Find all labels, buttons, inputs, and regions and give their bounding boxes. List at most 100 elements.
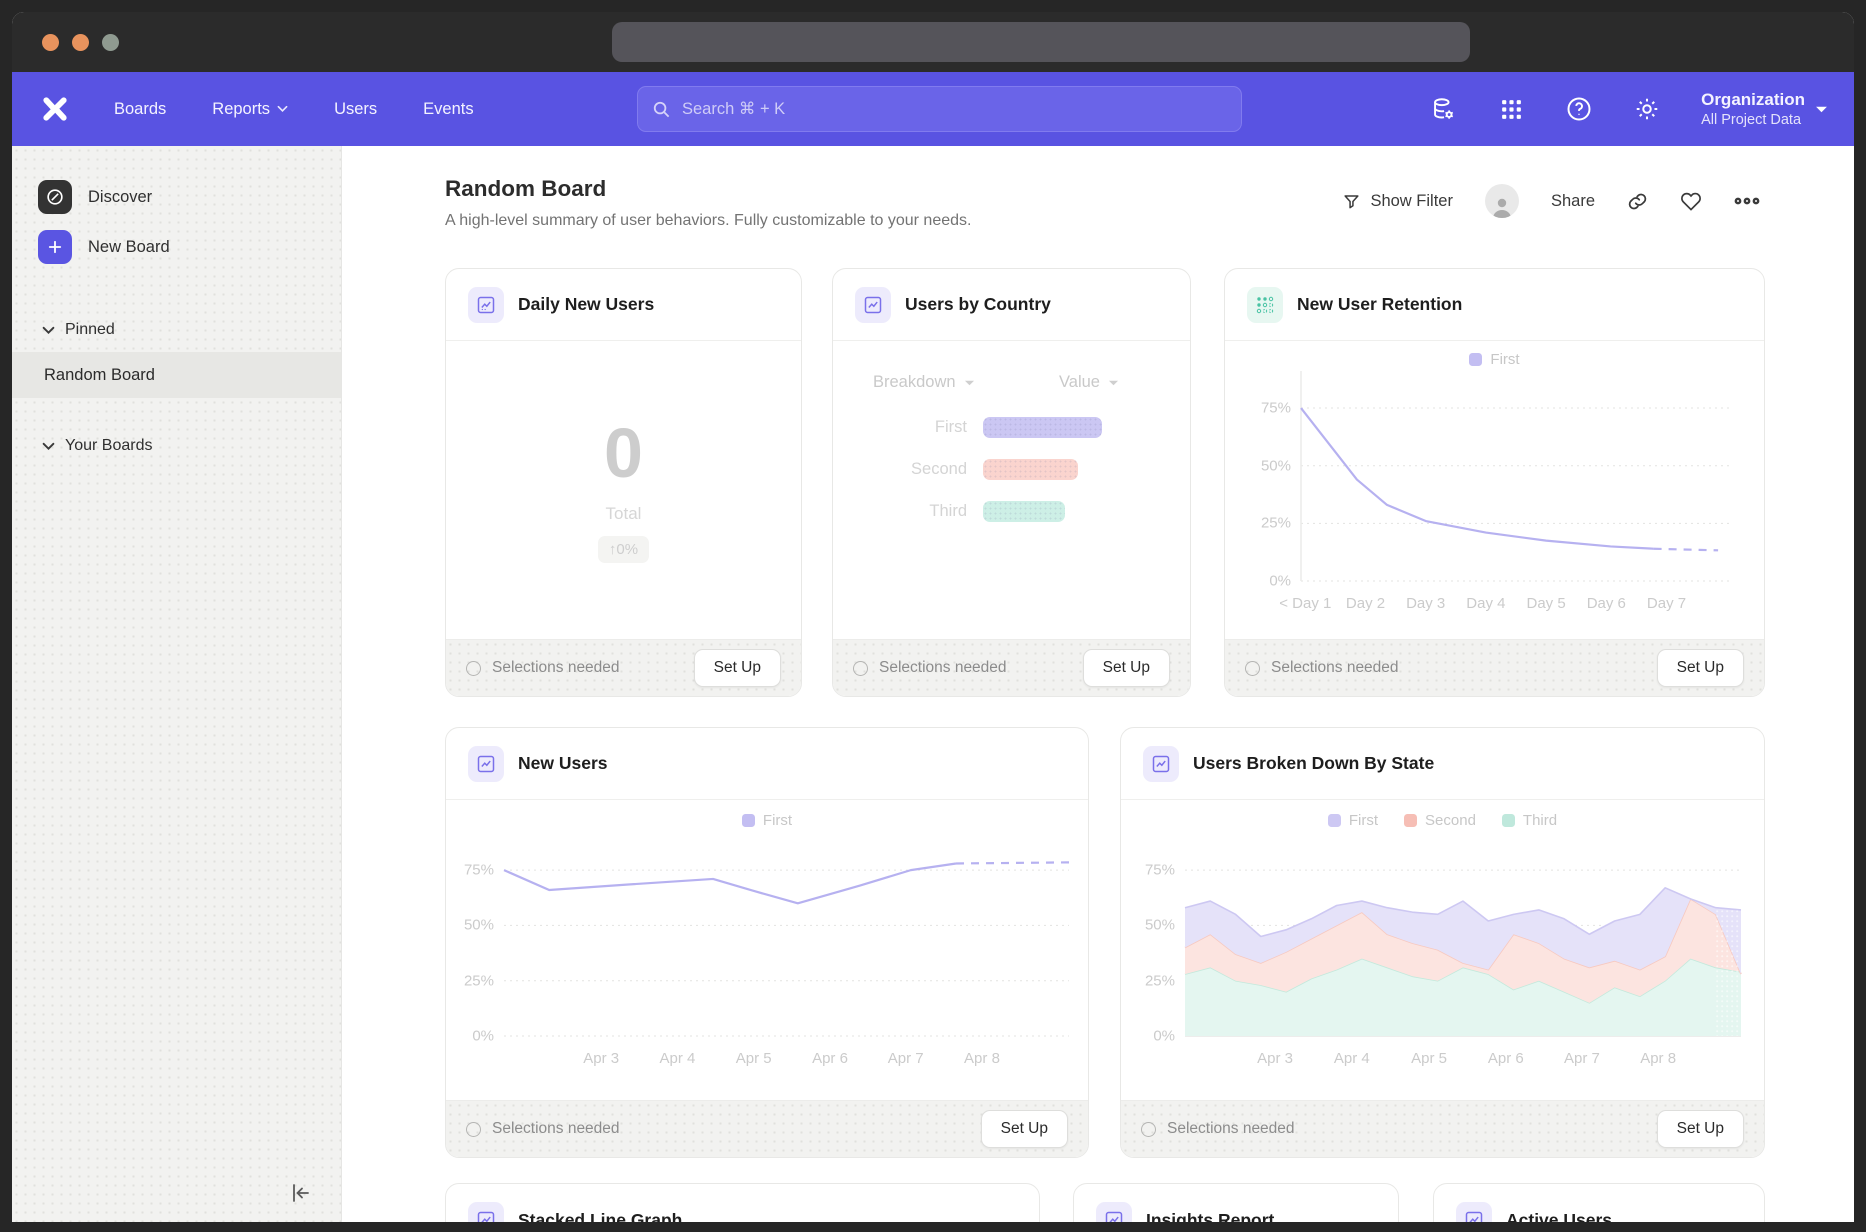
- search-input[interactable]: Search ⌘ + K: [637, 86, 1242, 132]
- sidebar-collapse-icon[interactable]: [283, 1178, 317, 1208]
- chart-plot: [1225, 341, 1764, 585]
- nav-item-users[interactable]: Users: [334, 100, 377, 119]
- sidebar-section-label: Pinned: [65, 321, 115, 339]
- retention-chart: First75%50%25%0%< Day 1Day 2Day 3Day 4Da…: [1225, 341, 1764, 639]
- country-row-bar: [983, 417, 1102, 438]
- copy-link-icon[interactable]: [1627, 191, 1648, 212]
- card-title: Daily New Users: [518, 294, 654, 315]
- x-tick-label: Day 7: [1647, 595, 1686, 612]
- sidebar-section-pinned[interactable]: Pinned: [12, 308, 341, 352]
- line-chart-icon: [1456, 1202, 1492, 1222]
- setup-button[interactable]: Set Up: [1083, 649, 1170, 687]
- page-title: Random Board: [445, 176, 606, 202]
- status-circle-icon: [1141, 1122, 1156, 1137]
- sidebar-item-discover[interactable]: Discover: [12, 172, 341, 222]
- card-title: Insights Report: [1146, 1210, 1274, 1223]
- country-row-third: Third: [833, 501, 1190, 522]
- share-button[interactable]: Share: [1551, 192, 1595, 211]
- card-daily-new-users: Daily New Users 0 Total ↑0% Selections n…: [445, 268, 802, 697]
- mixpanel-logo-icon[interactable]: [40, 92, 74, 126]
- nav-item-boards[interactable]: Boards: [114, 100, 166, 119]
- card-users-by-country: Users by Country Breakdown Value FirstSe…: [832, 268, 1191, 697]
- country-row-label: Third: [833, 502, 983, 521]
- chevron-down-icon: [964, 379, 975, 387]
- card-new-users: New Users First75%50%25%0%Apr 3Apr 4Apr …: [445, 727, 1089, 1158]
- card-users-by-state: Users Broken Down By State FirstSecondTh…: [1120, 727, 1765, 1158]
- card-title: Active Users: [1506, 1210, 1612, 1223]
- value-dropdown[interactable]: Value: [1059, 373, 1119, 392]
- chevron-down-icon: [1108, 379, 1119, 387]
- apps-grid-icon[interactable]: [1497, 95, 1525, 123]
- breakdown-dropdown[interactable]: Breakdown: [873, 373, 975, 392]
- sidebar-item-label: New Board: [88, 238, 170, 257]
- chevron-down-icon: [1815, 105, 1828, 114]
- chevron-down-icon: [277, 105, 288, 113]
- x-tick-label: Day 4: [1466, 595, 1505, 612]
- settings-gear-icon[interactable]: [1633, 95, 1661, 123]
- traffic-light-2[interactable]: [72, 34, 89, 51]
- more-options-icon[interactable]: [1734, 196, 1760, 206]
- country-row-bar: [983, 459, 1078, 480]
- organization-name: Organization: [1701, 89, 1805, 110]
- setup-button[interactable]: Set Up: [981, 1110, 1068, 1148]
- x-tick-label: Apr 4: [660, 1050, 696, 1067]
- main-content: Random Board A high-level summary of use…: [342, 146, 1854, 1222]
- address-bar[interactable]: [612, 22, 1470, 62]
- card-footer: Selections needed Set Up: [833, 639, 1190, 696]
- card-footer: Selections needed Set Up: [1225, 639, 1764, 696]
- line-chart-icon: [855, 287, 891, 323]
- new-board-plus-icon: [38, 230, 72, 264]
- show-filter-button[interactable]: Show Filter: [1342, 192, 1453, 211]
- board-item-random-board[interactable]: Random Board: [12, 352, 341, 398]
- status-circle-icon: [1245, 661, 1260, 676]
- x-tick-label: Apr 7: [888, 1050, 924, 1067]
- line-chart-icon: [1096, 1202, 1132, 1222]
- users-by-state-chart: FirstSecondThird75%50%25%0%Apr 3Apr 4Apr…: [1121, 800, 1764, 1100]
- x-tick-label: Apr 8: [964, 1050, 1000, 1067]
- x-tick-label: Apr 6: [812, 1050, 848, 1067]
- nav-item-reports[interactable]: Reports: [212, 100, 288, 119]
- navbar-right: Organization All Project Data: [1429, 72, 1828, 146]
- favorite-heart-icon[interactable]: [1680, 191, 1702, 212]
- setup-button[interactable]: Set Up: [1657, 649, 1744, 687]
- chevron-down-icon: [42, 326, 55, 335]
- organization-project: All Project Data: [1701, 111, 1805, 129]
- line-chart-icon: [468, 746, 504, 782]
- chart-plot: [1121, 800, 1764, 1040]
- status-circle-icon: [466, 661, 481, 676]
- help-icon[interactable]: [1565, 95, 1593, 123]
- organization-switcher[interactable]: Organization All Project Data: [1701, 89, 1828, 128]
- nav-item-events[interactable]: Events: [423, 100, 473, 119]
- sidebar-section-your-boards[interactable]: Your Boards: [12, 424, 341, 468]
- setup-button[interactable]: Set Up: [694, 649, 781, 687]
- traffic-light-1[interactable]: [42, 34, 59, 51]
- data-management-icon[interactable]: [1429, 95, 1457, 123]
- new-users-chart: First75%50%25%0%Apr 3Apr 4Apr 5Apr 6Apr …: [446, 800, 1088, 1100]
- board-list: Random Board: [12, 352, 341, 398]
- retention-grid-icon: [1247, 287, 1283, 323]
- x-tick-label: Apr 5: [1411, 1050, 1447, 1067]
- country-row-second: Second: [833, 459, 1190, 480]
- avatar[interactable]: [1485, 184, 1519, 218]
- setup-button[interactable]: Set Up: [1657, 1110, 1744, 1148]
- card-title: Stacked Line Graph: [518, 1210, 682, 1223]
- sidebar-section-label: Your Boards: [65, 437, 152, 455]
- status-circle-icon: [466, 1122, 481, 1137]
- nav-links: Boards Reports Users Events: [114, 100, 474, 119]
- browser-window: Boards Reports Users Events Search ⌘ + K: [12, 12, 1854, 1222]
- search-icon: [652, 100, 671, 119]
- top-navbar: Boards Reports Users Events Search ⌘ + K: [12, 72, 1854, 146]
- card-footer: Selections needed Set Up: [446, 639, 801, 696]
- x-tick-label: Day 3: [1406, 595, 1445, 612]
- discover-compass-icon: [38, 180, 72, 214]
- line-chart-icon: [1143, 746, 1179, 782]
- sidebar-item-new-board[interactable]: New Board: [12, 222, 341, 272]
- card-title: Users by Country: [905, 294, 1051, 315]
- traffic-light-3[interactable]: [102, 34, 119, 51]
- x-tick-label: Apr 5: [736, 1050, 772, 1067]
- card-title: Users Broken Down By State: [1193, 753, 1434, 774]
- board-actions: Show Filter Share: [1342, 184, 1760, 218]
- line-chart-icon: [468, 1202, 504, 1222]
- sidebar: Discover New Board Pinned Random Board Y…: [12, 146, 342, 1222]
- card-title: New Users: [518, 753, 608, 774]
